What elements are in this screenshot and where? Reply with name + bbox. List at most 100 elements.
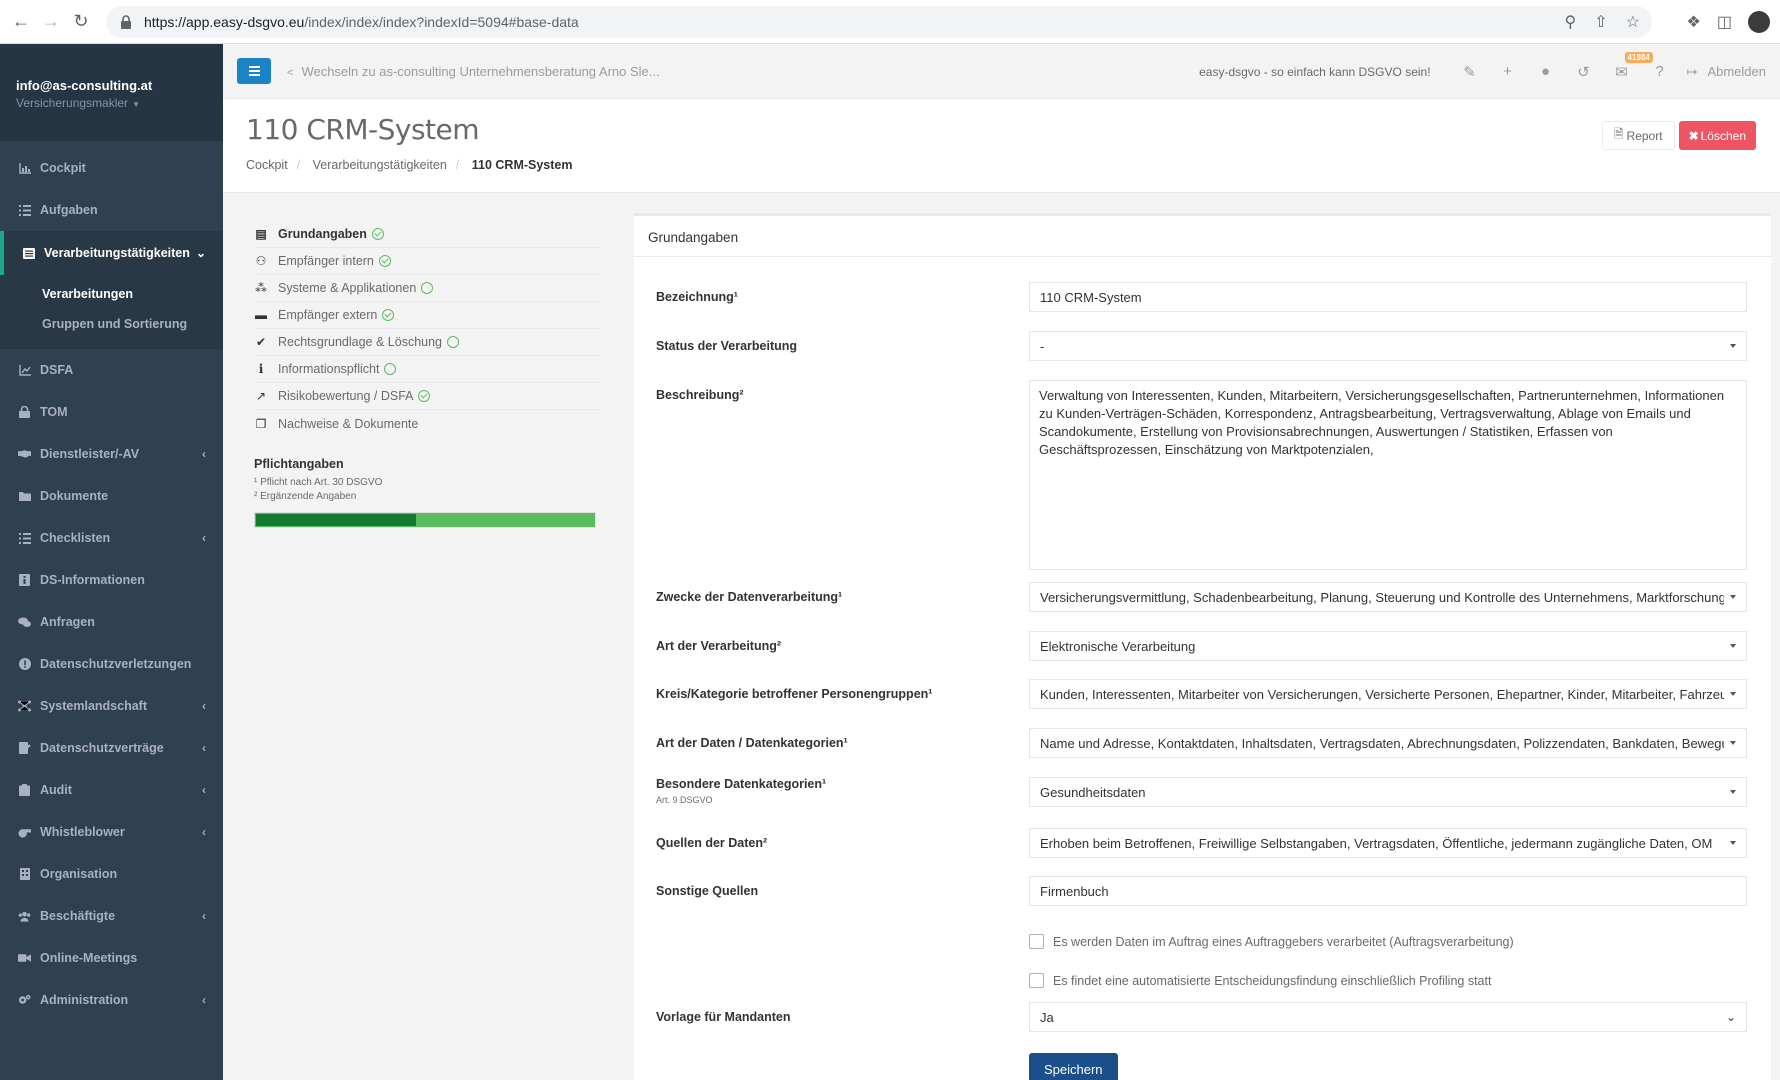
besondere-select[interactable]: Gesundheitsdaten bbox=[1029, 777, 1747, 807]
switch-client-link[interactable]: < Wechseln zu as-consulting Unternehmensb… bbox=[287, 64, 660, 79]
bezeichnung-input[interactable]: 110 CRM-System bbox=[1029, 282, 1747, 312]
step-nachweise[interactable]: ❐ Nachweise & Dokumente bbox=[254, 410, 600, 437]
sidebar-item-tom[interactable]: TOM bbox=[0, 391, 223, 433]
circle-icon bbox=[384, 363, 397, 375]
tagline: easy-dsgvo - so einfach kann DSGVO sein! bbox=[1199, 64, 1431, 79]
user-profile[interactable]: info@as-consulting.at Versicherungsmakle… bbox=[0, 44, 223, 141]
caret-down-icon bbox=[1730, 741, 1736, 745]
chart-icon bbox=[18, 162, 31, 174]
caret-down-icon bbox=[1730, 344, 1736, 348]
sidebar-item-administration[interactable]: Administration ‹ bbox=[0, 979, 223, 1021]
profiling-label: Es findet eine automatisierte Entscheidu… bbox=[1053, 973, 1492, 988]
record-icon[interactable]: ● bbox=[1527, 63, 1565, 80]
sidebar-item-checklisten[interactable]: Checklisten ‹ bbox=[0, 517, 223, 559]
edit-icon[interactable]: ✎ bbox=[1451, 63, 1489, 81]
profiling-checkbox-row[interactable]: Es findet eine automatisierte Entscheidu… bbox=[1029, 973, 1491, 988]
progress-bar bbox=[254, 512, 596, 528]
status-label: Status der Verarbeitung bbox=[656, 339, 798, 353]
address-bar[interactable]: https://app.easy-dsgvo.eu/index/index/in… bbox=[106, 6, 1652, 38]
chevron-down-icon: ⌄ bbox=[195, 246, 206, 260]
share-icon[interactable]: ⇧ bbox=[1594, 12, 1607, 32]
reload-icon[interactable]: ↻ bbox=[66, 7, 96, 37]
menu-toggle-button[interactable] bbox=[237, 58, 271, 84]
sidebar-item-aufgaben[interactable]: Aufgaben bbox=[0, 189, 223, 231]
zwecke-select[interactable]: Versicherungsvermittlung, Schadenbearbei… bbox=[1029, 582, 1747, 612]
breadcrumb-current: 110 CRM-System bbox=[471, 158, 573, 172]
kreis-label: Kreis/Kategorie betroffener Personengrup… bbox=[656, 687, 933, 701]
sidebar-item-organisation[interactable]: Organisation bbox=[0, 853, 223, 895]
sidebar-item-systemlandschaft[interactable]: Systemlandschaft ‹ bbox=[0, 685, 223, 727]
zoom-icon[interactable]: ⚲ bbox=[1565, 12, 1577, 32]
sidebar-item-audit[interactable]: Audit ‹ bbox=[0, 769, 223, 811]
chevron-left-icon: ‹ bbox=[202, 699, 206, 713]
subnav: Verarbeitungen Gruppen und Sortierung bbox=[0, 275, 223, 349]
file-icon: 🗎 bbox=[1613, 127, 1624, 141]
sonstige-input[interactable]: Firmenbuch bbox=[1029, 876, 1747, 906]
step-rechtsgrundlage[interactable]: ✔ Rechtsgrundlage & Löschung bbox=[254, 329, 600, 356]
sidebar-item-datenschutzverletzungen[interactable]: Datenschutzverletzungen bbox=[0, 643, 223, 685]
sidebar-item-dokumente[interactable]: Dokumente bbox=[0, 475, 223, 517]
browser-toolbar: ← → ↻ https://app.easy-dsgvo.eu/index/in… bbox=[0, 0, 1780, 44]
kreis-select[interactable]: Kunden, Interessenten, Mitarbeiter von V… bbox=[1029, 679, 1747, 709]
step-empfaenger-intern[interactable]: ⚇ Empfänger intern bbox=[254, 248, 600, 275]
step-empfaenger-extern[interactable]: ▬ Empfänger extern bbox=[254, 302, 600, 329]
step-grundangaben[interactable]: ▤ Grundangaben bbox=[254, 221, 600, 248]
sidebar-item-whistleblower[interactable]: Whistleblower ‹ bbox=[0, 811, 223, 853]
network-icon bbox=[18, 700, 31, 712]
lock-icon bbox=[121, 15, 131, 29]
status-select[interactable]: - bbox=[1029, 331, 1747, 361]
history-icon[interactable]: ↺ bbox=[1565, 63, 1603, 81]
save-button[interactable]: Speichern bbox=[1029, 1053, 1118, 1080]
sidebar-item-dsfa[interactable]: DSFA bbox=[0, 349, 223, 391]
help-icon[interactable]: ? bbox=[1641, 63, 1679, 80]
sidebar-item-beschaeftigte[interactable]: Beschäftigte ‹ bbox=[0, 895, 223, 937]
star-icon[interactable]: ☆ bbox=[1626, 12, 1640, 32]
report-button[interactable]: 🗎 Report bbox=[1601, 121, 1675, 150]
daten-select[interactable]: Name und Adresse, Kontaktdaten, Inhaltsd… bbox=[1029, 728, 1747, 758]
user-email: info@as-consulting.at bbox=[16, 78, 153, 93]
sidebar-item-cockpit[interactable]: Cockpit bbox=[0, 147, 223, 189]
besondere-sublabel: Art. 9 DSGVO bbox=[656, 795, 713, 805]
chevron-down-icon: ⌄ bbox=[1725, 1010, 1736, 1024]
chevron-left-icon: ‹ bbox=[202, 909, 206, 923]
auftragsverarbeitung-checkbox-row[interactable]: Es werden Daten im Auftrag eines Auftrag… bbox=[1029, 934, 1514, 949]
step-risikobewertung[interactable]: ↗ Risikobewertung / DSFA bbox=[254, 383, 600, 410]
back-arrow-icon[interactable]: ← bbox=[6, 7, 36, 37]
auftragsverarbeitung-checkbox[interactable] bbox=[1029, 934, 1044, 949]
mail-icon[interactable]: ✉ 41984 bbox=[1603, 51, 1653, 81]
profiling-checkbox[interactable] bbox=[1029, 973, 1044, 988]
avatar[interactable] bbox=[1748, 11, 1770, 33]
breadcrumb: Cockpit / Verarbeitungstätigkeiten/ 110 C… bbox=[246, 158, 573, 172]
art-select[interactable]: Elektronische Verarbeitung bbox=[1029, 631, 1747, 661]
folder-icon bbox=[18, 490, 31, 502]
delete-button[interactable]: ✖ Löschen bbox=[1678, 121, 1756, 150]
step-systeme[interactable]: ⁂ Systeme & Applikationen bbox=[254, 275, 600, 302]
breadcrumb-cockpit[interactable]: Cockpit bbox=[246, 158, 288, 172]
alert-icon bbox=[18, 658, 31, 670]
vorlage-select[interactable]: Ja ⌄ bbox=[1029, 1002, 1747, 1032]
user-role-dropdown[interactable]: Versicherungsmakler ▼ bbox=[16, 96, 207, 110]
users-icon: ⚇ bbox=[255, 254, 267, 268]
forward-arrow-icon[interactable]: → bbox=[36, 7, 66, 37]
subnav-item-verarbeitungen[interactable]: Verarbeitungen bbox=[42, 279, 223, 309]
sidebar-item-ds-informationen[interactable]: DS-Informationen bbox=[0, 559, 223, 601]
sidebar-item-datenschutzvertraege[interactable]: Datenschutzverträge ‹ bbox=[0, 727, 223, 769]
logout-link[interactable]: ↦ Abmelden bbox=[1687, 64, 1766, 80]
cogs-icon bbox=[18, 994, 31, 1006]
zwecke-label: Zwecke der Datenverarbeitung¹ bbox=[656, 590, 843, 604]
beschreibung-textarea[interactable]: Verwaltung von Interessenten, Kunden, Mi… bbox=[1029, 380, 1747, 570]
quellen-select[interactable]: Erhoben beim Betroffenen, Freiwillige Se… bbox=[1029, 828, 1747, 858]
extensions-icon[interactable]: ❖ bbox=[1687, 12, 1701, 32]
sidebar-item-dienstleister[interactable]: Dienstleister/-AV ‹ bbox=[0, 433, 223, 475]
besondere-label: Besondere Datenkategorien¹ bbox=[656, 777, 827, 791]
quellen-label: Quellen der Daten² bbox=[656, 836, 768, 850]
side-panel-icon[interactable]: ◫ bbox=[1717, 12, 1732, 32]
plus-icon[interactable]: + bbox=[1489, 63, 1527, 80]
sidebar-item-verarbeitungstaetigkeiten[interactable]: Verarbeitungstätigkeiten ⌄ bbox=[0, 231, 223, 275]
step-informationspflicht[interactable]: i Informationspflicht bbox=[254, 356, 600, 383]
sidebar-item-online-meetings[interactable]: Online-Meetings bbox=[0, 937, 223, 979]
subnav-item-gruppen[interactable]: Gruppen und Sortierung bbox=[42, 309, 223, 339]
breadcrumb-verarbeitungstaetigkeiten[interactable]: Verarbeitungstätigkeiten bbox=[313, 158, 447, 172]
sidebar-item-anfragen[interactable]: Anfragen bbox=[0, 601, 223, 643]
steps-navigation: ▤ Grundangaben ⚇ Empfänger intern ⁂ Systeme… bbox=[254, 221, 600, 528]
